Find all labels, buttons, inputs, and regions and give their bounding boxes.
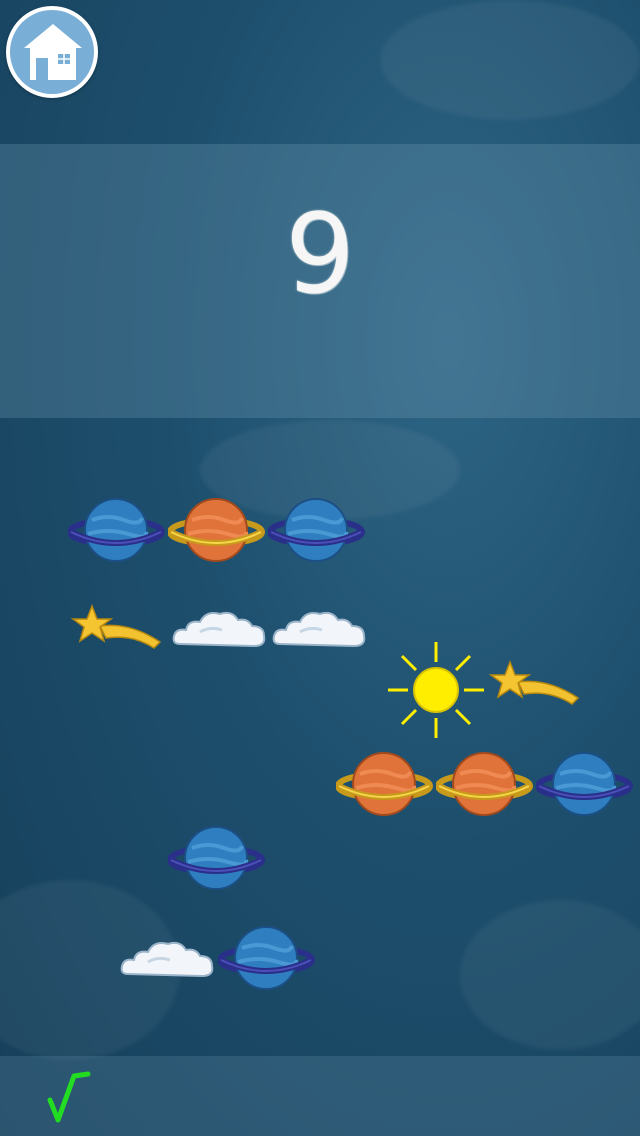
blue-planet[interactable] — [168, 826, 268, 894]
orange-planet[interactable] — [336, 752, 436, 820]
bottom-bar — [0, 1056, 640, 1136]
shooting-star[interactable] — [70, 604, 166, 652]
sun[interactable] — [386, 640, 486, 740]
blue-planet[interactable] — [68, 498, 168, 566]
cloud[interactable] — [270, 604, 368, 654]
shooting-star[interactable] — [488, 660, 584, 708]
blue-planet[interactable] — [536, 752, 636, 820]
blue-planet[interactable] — [268, 498, 368, 566]
home-button[interactable] — [6, 6, 98, 98]
target-number: 9 — [285, 190, 355, 318]
checkmark-icon — [47, 1071, 91, 1123]
orange-planet[interactable] — [168, 498, 268, 566]
house-icon — [24, 24, 82, 80]
blue-planet[interactable] — [218, 926, 318, 994]
check-button[interactable] — [44, 1068, 96, 1128]
orange-planet[interactable] — [436, 752, 536, 820]
cloud[interactable] — [170, 604, 268, 654]
cloud[interactable] — [118, 934, 216, 984]
